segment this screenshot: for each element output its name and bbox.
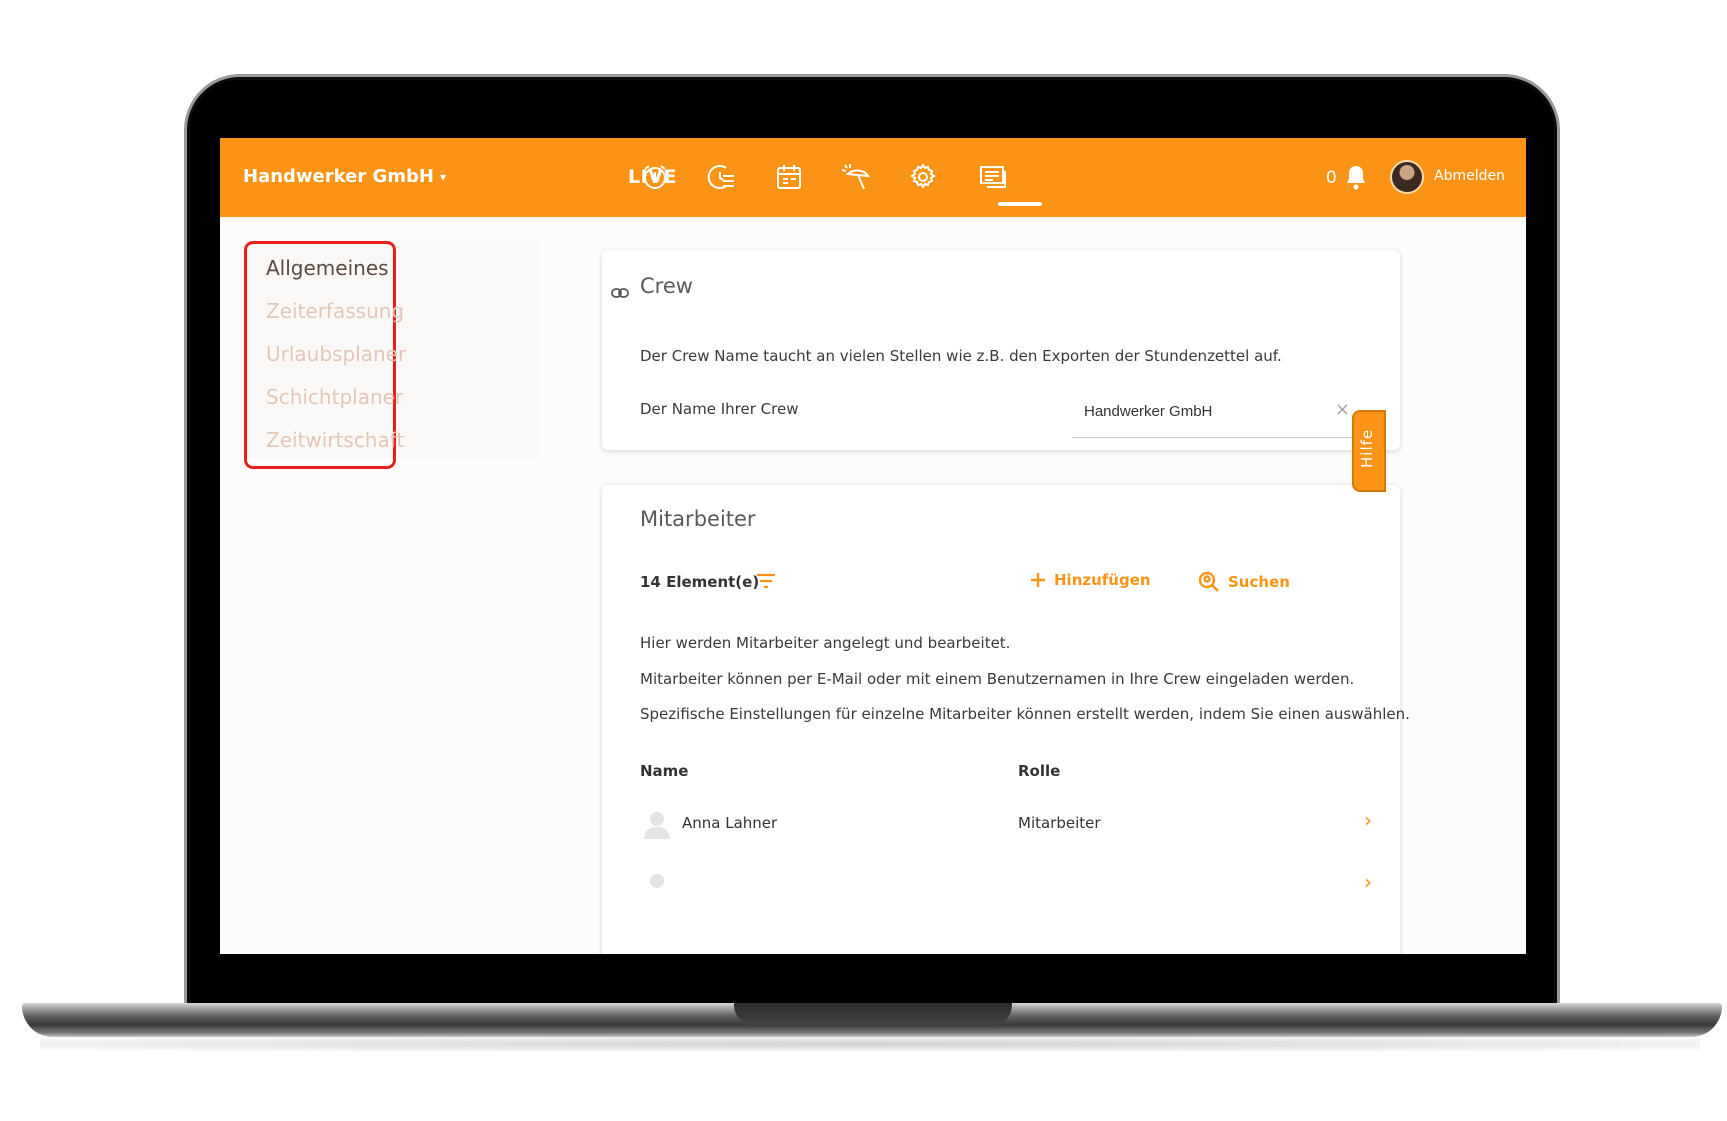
sidebar-item-urlaubsplaner[interactable]: Urlaubsplaner <box>266 342 406 366</box>
sidebar-item-zeiterfassung[interactable]: Zeiterfassung <box>266 299 404 323</box>
main-content: Allgemeines Zeiterfassung Urlaubsplaner … <box>220 217 1526 954</box>
staff-info-line-1: Hier werden Mitarbeiter angelegt und bea… <box>640 634 1011 652</box>
row-name: Anna Lahner <box>682 814 778 832</box>
column-header-role: Rolle <box>1018 762 1061 780</box>
sidebar-item-schichtplaner[interactable]: Schichtplaner <box>266 385 403 409</box>
search-staff-button[interactable]: Suchen <box>1198 571 1290 593</box>
element-count: 14 Element(e) <box>640 573 760 591</box>
crew-description: Der Crew Name taucht an vielen Stellen w… <box>640 347 1282 365</box>
settings-sidebar: Allgemeines Zeiterfassung Urlaubsplaner … <box>244 241 406 469</box>
user-placeholder-icon <box>644 812 670 839</box>
user-avatar[interactable] <box>1390 160 1424 194</box>
search-icon <box>1198 571 1219 592</box>
plus-icon <box>1031 573 1045 587</box>
top-navigation-bar: Handwerker GmbH ▾ LIVE 0 Abmelden <box>220 138 1526 217</box>
link-icon <box>611 288 629 298</box>
search-label: Suchen <box>1228 573 1290 591</box>
messages-icon[interactable] <box>976 160 1010 194</box>
bell-icon[interactable] <box>1344 164 1368 190</box>
company-switcher[interactable]: Handwerker GmbH ▾ <box>243 166 446 187</box>
calendar-icon[interactable] <box>772 160 806 194</box>
logout-link[interactable]: Abmelden <box>1434 168 1505 184</box>
alarm-clock-icon[interactable] <box>638 160 672 194</box>
laptop-shadow <box>40 1037 1700 1051</box>
laptop-notch <box>734 1003 1012 1025</box>
column-header-name: Name <box>640 762 689 780</box>
staff-info-line-3: Spezifische Einstellungen für einzelne M… <box>640 705 1410 723</box>
staff-card: Mitarbeiter 14 Element(e) Hinzufügen Suc… <box>602 485 1410 954</box>
chevron-right-icon: › <box>1364 870 1372 894</box>
vacation-umbrella-icon[interactable] <box>838 160 872 194</box>
timesheet-list-icon[interactable] <box>704 160 738 194</box>
staff-info-line-2: Mitarbeiter können per E-Mail oder mit e… <box>640 670 1355 688</box>
settings-gear-icon[interactable] <box>906 160 940 194</box>
sidebar-item-zeitwirtschaft[interactable]: Zeitwirtschaft <box>266 428 404 452</box>
filter-icon[interactable] <box>756 573 776 589</box>
chevron-right-icon[interactable]: › <box>1364 808 1372 832</box>
row-role: Mitarbeiter <box>1018 814 1101 832</box>
company-name: Handwerker GmbH <box>243 166 434 187</box>
add-staff-button[interactable]: Hinzufügen <box>1030 571 1151 589</box>
active-nav-indicator <box>998 202 1042 206</box>
crew-title: Crew <box>640 274 693 298</box>
staff-title: Mitarbeiter <box>640 507 756 531</box>
caret-down-icon: ▾ <box>439 169 446 184</box>
notification-count: 0 <box>1326 168 1337 188</box>
clear-icon[interactable]: × <box>1335 399 1350 420</box>
crew-name-label: Der Name Ihrer Crew <box>640 400 799 418</box>
user-placeholder-icon <box>650 874 664 888</box>
sidebar-item-allgemeines[interactable]: Allgemeines <box>266 256 389 280</box>
crew-name-input[interactable] <box>1084 403 1334 420</box>
crew-name-field[interactable]: × <box>1072 395 1370 438</box>
add-label: Hinzufügen <box>1054 571 1151 589</box>
help-label: Hilfe <box>1358 428 1376 468</box>
app-screen: Handwerker GmbH ▾ LIVE 0 Abmelden Allgem… <box>220 138 1526 954</box>
help-tab[interactable]: Hilfe <box>1352 410 1386 492</box>
crew-card: Crew Der Crew Name taucht an vielen Stel… <box>602 250 1400 450</box>
